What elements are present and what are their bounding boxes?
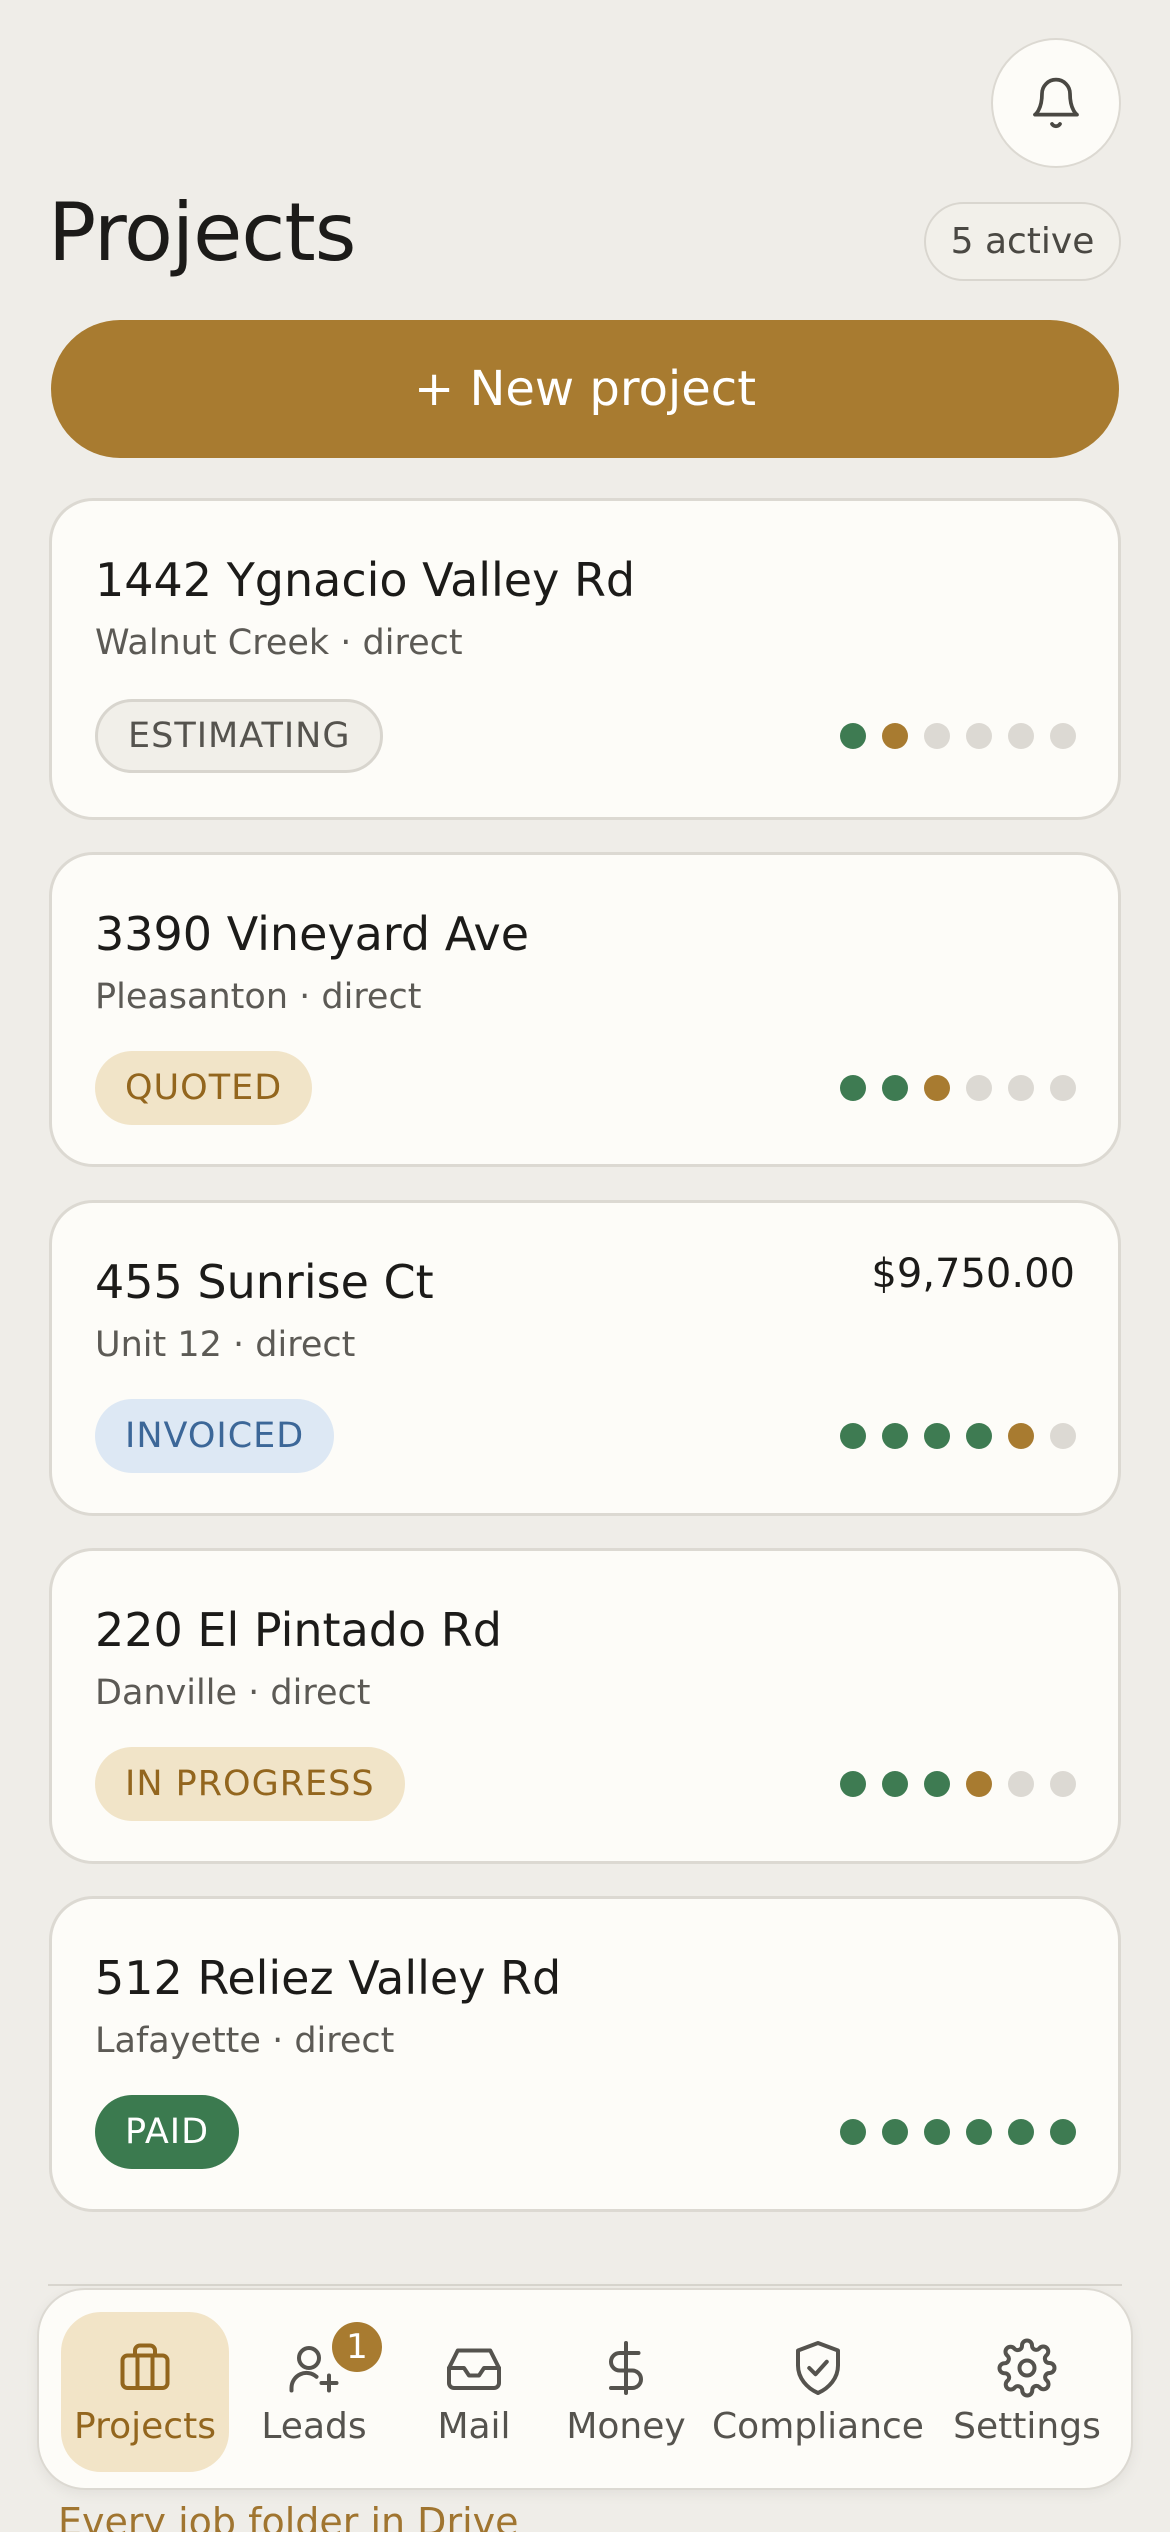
- inbox-icon: [447, 2348, 501, 2390]
- footer-note: Every job folder in Drive: [58, 2500, 519, 2532]
- notification-count-badge: 1: [332, 2322, 382, 2372]
- stage-progress: [840, 2119, 1076, 2145]
- stage-dot-todo: [1008, 723, 1034, 749]
- tab-mail[interactable]: Mail: [409, 2312, 539, 2472]
- stage-dot-done: [840, 1423, 866, 1449]
- tab-settings[interactable]: Settings: [939, 2312, 1115, 2472]
- stage-dot-todo: [966, 723, 992, 749]
- stage-dot-todo: [1008, 1771, 1034, 1797]
- stage-dot-current: [966, 1771, 992, 1797]
- status-badge: ESTIMATING: [95, 699, 384, 773]
- stage-dot-done: [924, 1423, 950, 1449]
- stage-dot-todo: [966, 1075, 992, 1101]
- stage-dot-current: [882, 723, 908, 749]
- stage-dot-todo: [1050, 1075, 1076, 1101]
- tab-label: Projects: [74, 2405, 216, 2447]
- stage-progress: [840, 1423, 1076, 1449]
- gear-icon: [997, 2338, 1057, 2397]
- stage-dot-done: [882, 1075, 908, 1101]
- stage-dot-done: [840, 2119, 866, 2145]
- active-count-badge: 5 active: [924, 202, 1121, 281]
- stage-dot-done: [882, 1771, 908, 1797]
- stage-dot-current: [1008, 1423, 1034, 1449]
- stage-dot-done: [882, 1423, 908, 1449]
- projects-screen: Every job folder in Drive Projects 5 act…: [0, 0, 1170, 2532]
- project-subtitle: Unit 12 · direct: [95, 1325, 356, 1365]
- tab-projects[interactable]: Projects: [61, 2312, 229, 2472]
- project-card[interactable]: 455 Sunrise Ct $9,750.00 Unit 12 · direc…: [49, 1200, 1121, 1516]
- project-card[interactable]: 220 El Pintado Rd Danville · direct IN P…: [49, 1548, 1121, 1864]
- divider: [48, 2284, 1122, 2286]
- project-card[interactable]: 1442 Ygnacio Valley Rd Walnut Creek · di…: [49, 498, 1121, 820]
- project-address: 220 El Pintado Rd: [95, 1603, 502, 1657]
- stage-progress: [840, 1771, 1076, 1797]
- project-subtitle: Danville · direct: [95, 1673, 371, 1713]
- stage-progress: [840, 723, 1076, 749]
- stage-dot-done: [924, 1771, 950, 1797]
- stage-dot-todo: [1008, 1075, 1034, 1101]
- status-badge: INVOICED: [95, 1399, 335, 1473]
- stage-dot-todo: [924, 723, 950, 749]
- bottom-tab-bar: Projects Leads 1 Mail Money Compliance S…: [37, 2288, 1133, 2490]
- briefcase-icon: [120, 2343, 170, 2390]
- project-card[interactable]: 3390 Vineyard Ave Pleasanton · direct QU…: [49, 852, 1121, 1167]
- tab-label: Compliance: [712, 2405, 924, 2447]
- tab-compliance[interactable]: Compliance: [707, 2312, 929, 2472]
- status-badge: IN PROGRESS: [95, 1747, 405, 1821]
- project-address: 3390 Vineyard Ave: [95, 907, 530, 961]
- stage-dot-todo: [1050, 723, 1076, 749]
- stage-dot-todo: [1050, 1423, 1076, 1449]
- stage-dot-done: [1008, 2119, 1034, 2145]
- page-title: Projects: [48, 186, 356, 279]
- project-address: 1442 Ygnacio Valley Rd: [95, 553, 636, 607]
- project-subtitle: Walnut Creek · direct: [95, 623, 463, 663]
- project-subtitle: Lafayette · direct: [95, 2021, 395, 2061]
- status-badge: PAID: [95, 2095, 240, 2169]
- notifications-button[interactable]: [991, 38, 1121, 168]
- tab-leads[interactable]: Leads 1: [239, 2312, 389, 2472]
- project-subtitle: Pleasanton · direct: [95, 977, 422, 1017]
- project-address: 512 Reliez Valley Rd: [95, 1951, 562, 2005]
- stage-dot-current: [924, 1075, 950, 1101]
- dollar-icon: [609, 2340, 643, 2395]
- stage-dot-done: [882, 2119, 908, 2145]
- stage-dot-done: [1050, 2119, 1076, 2145]
- bell-icon: [1033, 77, 1079, 129]
- stage-dot-done: [840, 1075, 866, 1101]
- stage-dot-done: [840, 1771, 866, 1797]
- stage-dot-todo: [1050, 1771, 1076, 1797]
- stage-dot-done: [966, 2119, 992, 2145]
- project-card[interactable]: 512 Reliez Valley Rd Lafayette · direct …: [49, 1896, 1121, 2212]
- shield-check-icon: [796, 2340, 840, 2395]
- tab-money[interactable]: Money: [551, 2312, 701, 2472]
- tab-label: Mail: [437, 2405, 511, 2447]
- stage-dot-done: [924, 2119, 950, 2145]
- tab-label: Settings: [953, 2405, 1101, 2447]
- new-project-button[interactable]: + New project: [51, 320, 1119, 458]
- tab-label: Leads: [261, 2405, 367, 2447]
- stage-dot-done: [840, 723, 866, 749]
- tab-label: Money: [566, 2405, 686, 2447]
- project-amount: $9,750.00: [871, 1251, 1075, 1297]
- stage-dot-done: [966, 1423, 992, 1449]
- project-address: 455 Sunrise Ct: [95, 1255, 434, 1309]
- stage-progress: [840, 1075, 1076, 1101]
- status-badge: QUOTED: [95, 1051, 313, 1125]
